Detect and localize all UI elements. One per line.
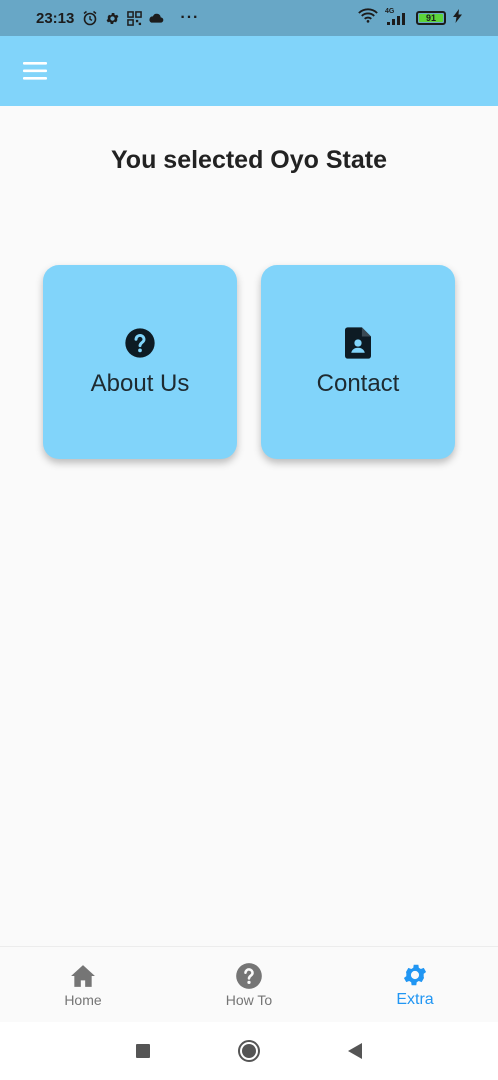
app-bar xyxy=(0,36,498,106)
wifi-icon xyxy=(358,8,378,28)
back-triangle-icon[interactable] xyxy=(343,1039,367,1063)
nav-label-home: Home xyxy=(64,991,102,1008)
nav-label-how-to: How To xyxy=(225,991,273,1008)
status-time: 23:13 xyxy=(36,9,75,27)
contact-document-icon xyxy=(341,326,375,360)
contact-label: Contact xyxy=(316,370,400,397)
page-title: You selected Oyo State xyxy=(110,146,387,174)
qr-icon xyxy=(126,10,142,26)
alarm-icon xyxy=(82,10,98,26)
contact-card[interactable]: Contact xyxy=(261,265,455,459)
help-circle-icon xyxy=(123,326,157,360)
nav-item-how-to[interactable]: How To xyxy=(166,947,332,1022)
help-circle-icon xyxy=(235,962,263,990)
home-circle-icon[interactable] xyxy=(237,1039,261,1063)
gear-icon xyxy=(401,961,429,989)
status-right-icons: 4G 91 xyxy=(358,8,462,28)
nav-item-extra[interactable]: Extra xyxy=(332,947,498,1022)
nav-label-extra: Extra xyxy=(396,990,434,1008)
charging-icon xyxy=(453,8,462,28)
gear-icon xyxy=(104,10,120,26)
status-left-icons: ··· xyxy=(82,9,199,27)
network-type: 4G xyxy=(385,8,395,15)
home-icon xyxy=(69,962,97,990)
recents-square-icon[interactable] xyxy=(131,1039,155,1063)
signal-icon: 4G xyxy=(385,8,409,25)
hamburger-menu-icon[interactable] xyxy=(20,58,50,84)
more-notifications: ··· xyxy=(180,9,200,26)
battery-icon: 91 xyxy=(416,11,446,25)
cloud-icon xyxy=(148,10,164,26)
status-bar: 23:13 ··· 4G 91 xyxy=(0,0,498,36)
system-nav-bar xyxy=(0,1022,498,1080)
bottom-nav: Home How To Extra xyxy=(0,946,498,1022)
about-us-card[interactable]: About Us xyxy=(43,265,237,459)
battery-level: 91 xyxy=(425,13,436,23)
nav-item-home[interactable]: Home xyxy=(0,947,166,1022)
about-us-label: About Us xyxy=(90,370,190,397)
